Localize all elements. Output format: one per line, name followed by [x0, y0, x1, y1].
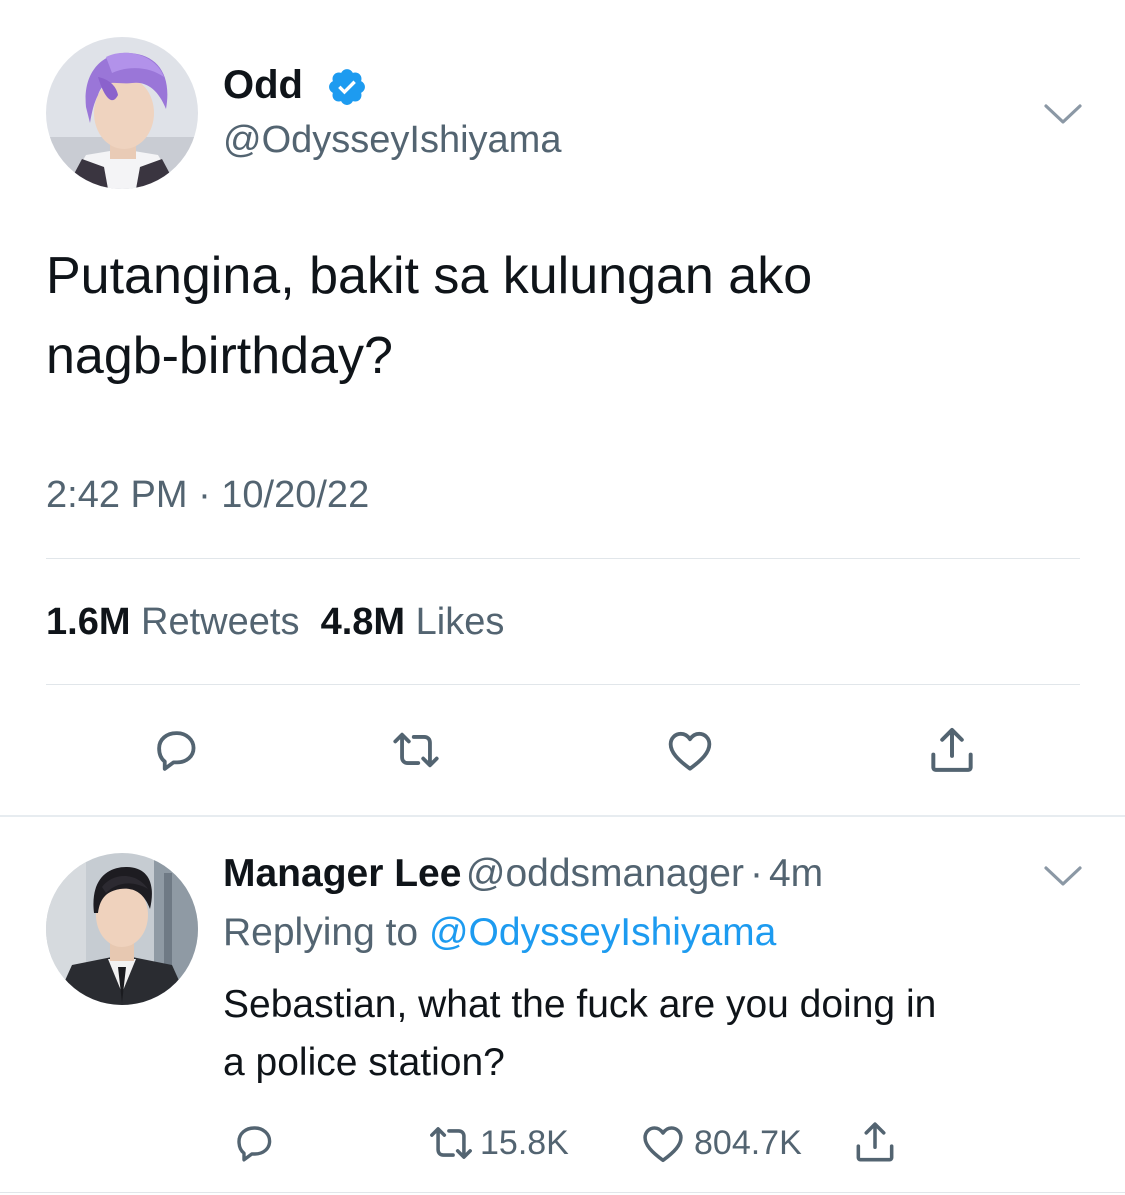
reply-reply-button[interactable]: [226, 1115, 282, 1171]
reply-retweet-button[interactable]: 15.8K: [426, 1117, 569, 1169]
reply-text: Sebastian, what the fuck are you doing i…: [223, 976, 1093, 1092]
share-button[interactable]: [920, 718, 984, 782]
reply-text-line-1: Sebastian, what the fuck are you doing i…: [223, 983, 937, 1026]
retweet-icon: [393, 732, 439, 768]
reply-retweet-icon: [430, 1127, 472, 1159]
likes-stat[interactable]: 4.8M Likes: [321, 601, 505, 643]
reply-share-icon: [856, 1122, 894, 1162]
reply-separator: ·: [749, 852, 763, 895]
reply-author-avatar[interactable]: [46, 853, 198, 1005]
like-icon: [668, 731, 712, 771]
reply-more-options-chevron-icon[interactable]: [1040, 858, 1086, 892]
reply-like-count: 804.7K: [694, 1123, 802, 1162]
reply-age[interactable]: 4m: [769, 852, 823, 895]
author-name[interactable]: Odd: [223, 63, 303, 108]
author-name-text: Odd: [223, 63, 303, 107]
retweet-button[interactable]: [386, 720, 446, 780]
replying-to-prefix: Replying to: [223, 911, 419, 954]
reply-text-line-2: a police station?: [223, 1041, 505, 1084]
more-options-chevron-icon[interactable]: [1040, 96, 1086, 130]
likes-count: 4.8M: [320, 601, 406, 643]
reply-like-button[interactable]: 804.7K: [638, 1117, 802, 1169]
reply-reply-icon: [237, 1126, 272, 1162]
tweet-text-line-2: nagb-birthday?: [46, 327, 393, 385]
tweet-timestamp[interactable]: 2:42 PM · 10/20/22: [46, 474, 369, 517]
author-handle[interactable]: @OdysseyIshiyama: [223, 119, 561, 162]
like-button[interactable]: [660, 720, 720, 780]
section-divider: [0, 815, 1125, 817]
replying-to-handle-link[interactable]: @OdysseyIshiyama: [429, 911, 776, 954]
reply-author-handle[interactable]: @oddsmanager: [466, 852, 744, 895]
retweets-label: Retweets: [141, 601, 300, 643]
likes-label: Likes: [415, 601, 505, 643]
author-avatar-image: [46, 37, 198, 189]
retweets-count: 1.6M: [46, 601, 131, 643]
divider-top: [46, 558, 1080, 559]
reply-icon: [157, 731, 196, 771]
reply-author-name[interactable]: Manager Lee: [223, 852, 461, 895]
reply-like-icon: [643, 1126, 683, 1163]
author-avatar[interactable]: [46, 37, 198, 189]
replying-to: Replying to @OdysseyIshiyama: [223, 911, 776, 955]
reply-header: Manager Lee @oddsmanager · 4m: [223, 852, 823, 896]
tweet-text: Putangina, bakit sa kulungan ako nagb-bi…: [46, 236, 1086, 396]
reply-retweet-count: 15.8K: [480, 1123, 569, 1162]
verified-badge-icon: [326, 66, 368, 108]
reply-share-button[interactable]: [846, 1113, 904, 1171]
tweet-text-line-1: Putangina, bakit sa kulungan ako: [46, 247, 813, 305]
bottom-divider: [0, 1192, 1125, 1193]
reply-button[interactable]: [146, 720, 206, 780]
retweets-stat[interactable]: 1.6M Retweets: [46, 601, 299, 643]
tweet-stats: 1.6M Retweets 4.8M Likes: [46, 601, 504, 644]
divider-bottom: [46, 684, 1080, 685]
reply-author-avatar-image: [46, 853, 198, 1005]
share-icon: [931, 727, 973, 772]
